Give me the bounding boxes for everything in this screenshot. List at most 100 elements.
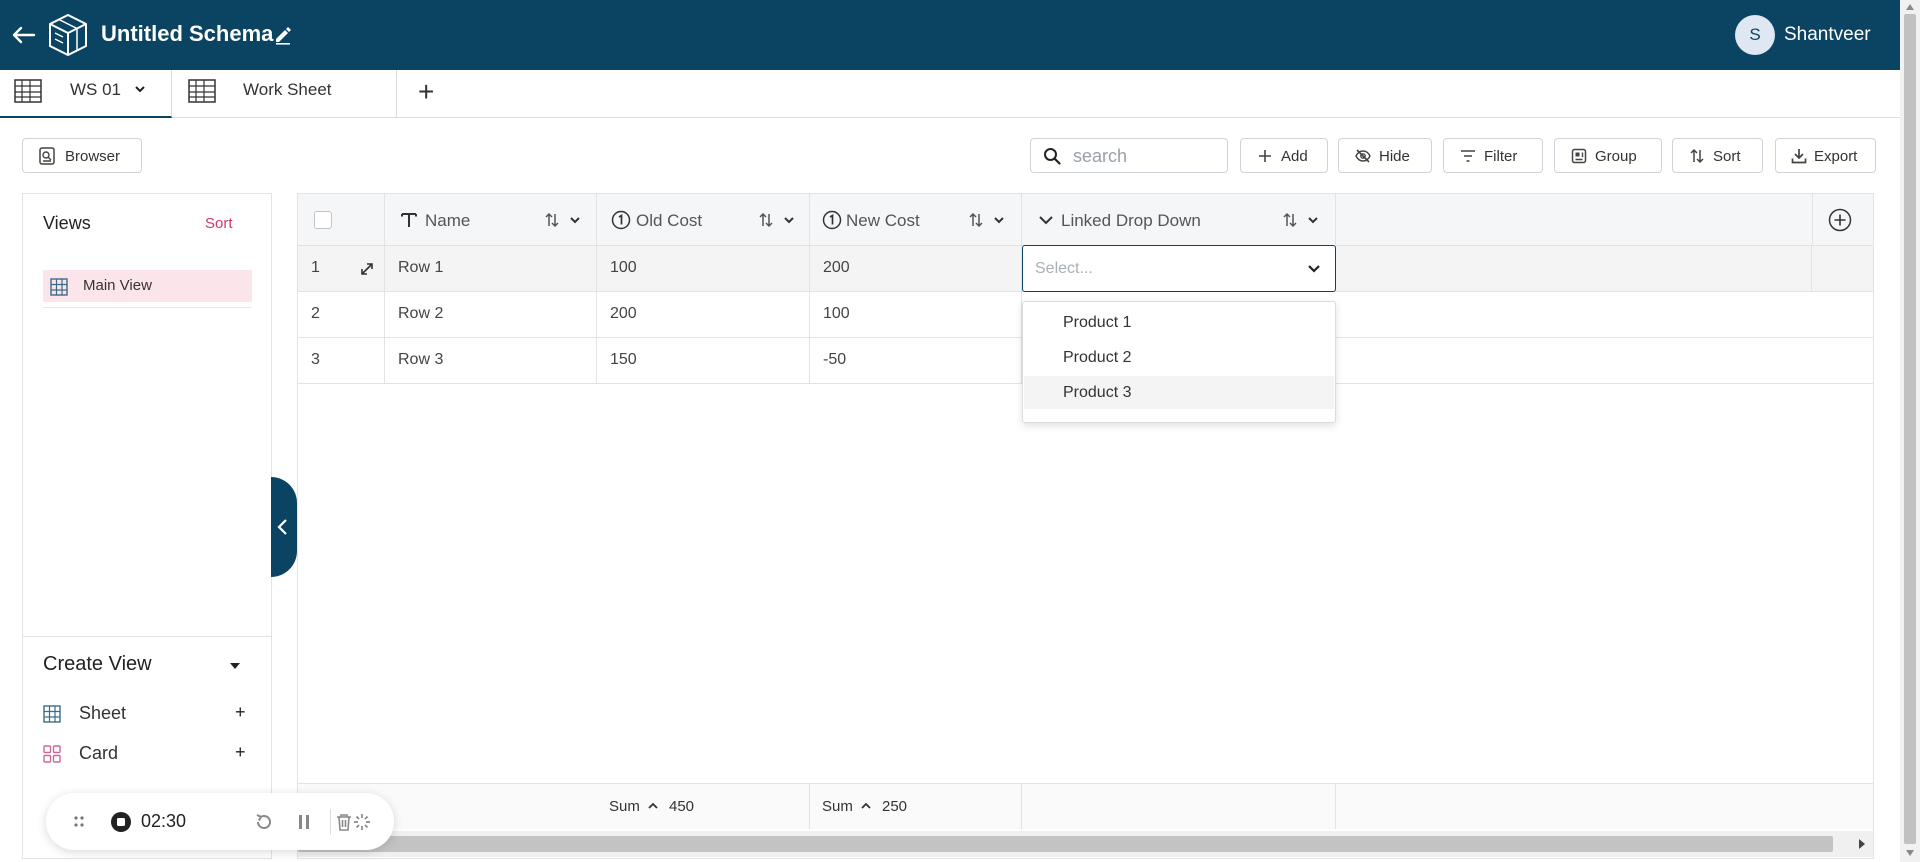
chevron-down-icon[interactable] bbox=[783, 215, 795, 225]
filter-icon bbox=[1461, 150, 1475, 162]
sort-label: Sort bbox=[1713, 148, 1741, 165]
column-header-name[interactable]: Name bbox=[385, 194, 597, 246]
dropdown-option-product-3[interactable]: Product 3 bbox=[1024, 376, 1334, 409]
new-cost-aggregate[interactable]: Sum 250 bbox=[810, 784, 1022, 829]
search-input[interactable] bbox=[1073, 145, 1218, 167]
recording-timer: 02:30 bbox=[141, 811, 187, 831]
schema-title: Untitled Schema bbox=[101, 21, 274, 46]
scroll-up-arrow-icon[interactable] bbox=[1905, 3, 1915, 11]
chevron-left-icon bbox=[277, 519, 287, 535]
grid-view-icon bbox=[50, 278, 68, 296]
old-cost-aggregate[interactable]: Sum 450 bbox=[597, 784, 810, 829]
grid-header-row: Name Old Cost New Cost Linked Drop Down bbox=[298, 194, 1873, 246]
stop-recording-icon[interactable] bbox=[110, 811, 132, 833]
browser-icon bbox=[39, 147, 55, 165]
add-column-plus-icon[interactable] bbox=[1828, 208, 1852, 232]
aggregate-label: Sum bbox=[609, 798, 640, 815]
linked-drop-down-select[interactable] bbox=[1022, 245, 1336, 292]
select-all-checkbox[interactable] bbox=[314, 211, 332, 229]
new-cost-cell[interactable]: 100 bbox=[810, 292, 1022, 337]
add-card-view-button[interactable]: + bbox=[235, 742, 246, 763]
card-icon bbox=[43, 745, 61, 763]
tab-work-sheet[interactable]: Work Sheet bbox=[172, 70, 397, 118]
name-cell[interactable]: Row 2 bbox=[385, 292, 597, 337]
old-cost-cell[interactable]: 100 bbox=[597, 246, 810, 291]
view-item-main-view[interactable]: Main View bbox=[43, 270, 252, 302]
sort-button[interactable]: Sort bbox=[1672, 138, 1763, 173]
dropdown-option-product-2[interactable]: Product 2 bbox=[1024, 341, 1334, 374]
sort-icon[interactable] bbox=[1281, 211, 1299, 229]
create-view-title: Create View bbox=[43, 653, 152, 675]
linked-drop-down-aggregate[interactable] bbox=[1022, 784, 1336, 829]
sort-icon bbox=[1690, 148, 1704, 164]
sort-icon[interactable] bbox=[967, 211, 985, 229]
cell-value: 200 bbox=[610, 305, 637, 322]
plus-icon bbox=[1259, 150, 1271, 162]
old-cost-cell[interactable]: 200 bbox=[597, 292, 810, 337]
horizontal-scrollbar[interactable] bbox=[298, 831, 1873, 857]
scroll-down-arrow-icon[interactable] bbox=[1905, 849, 1915, 857]
chevron-down-icon[interactable] bbox=[993, 215, 1005, 225]
dropdown-option-product-1[interactable]: Product 1 bbox=[1024, 306, 1334, 339]
browser-button[interactable]: Browser bbox=[22, 138, 142, 173]
text-type-icon bbox=[401, 213, 417, 227]
cell-value: 200 bbox=[823, 259, 850, 276]
user-avatar[interactable]: S bbox=[1735, 15, 1775, 55]
drag-handle-icon[interactable] bbox=[68, 811, 90, 833]
new-cost-cell[interactable]: -50 bbox=[810, 338, 1022, 383]
user-name[interactable]: Shantveer bbox=[1784, 24, 1871, 46]
new-cost-cell[interactable]: 200 bbox=[810, 246, 1022, 291]
export-button[interactable]: Export bbox=[1775, 138, 1876, 173]
back-arrow-icon[interactable] bbox=[8, 20, 38, 50]
create-sheet-view[interactable]: Sheet + bbox=[43, 700, 253, 726]
old-cost-cell[interactable]: 150 bbox=[597, 338, 810, 383]
vertical-scrollbar[interactable] bbox=[1900, 0, 1920, 862]
select-input[interactable] bbox=[1035, 258, 1285, 280]
restart-icon[interactable] bbox=[253, 811, 275, 833]
chevron-down-icon[interactable] bbox=[134, 83, 146, 95]
group-icon bbox=[1571, 148, 1587, 164]
filter-button[interactable]: Filter bbox=[1443, 138, 1543, 173]
row-number-cell: 1 bbox=[298, 246, 385, 291]
aggregate-label: Sum bbox=[822, 798, 853, 815]
pause-icon[interactable] bbox=[293, 811, 315, 833]
chevron-down-icon[interactable] bbox=[228, 659, 242, 673]
column-header-linked-drop-down[interactable]: Linked Drop Down bbox=[1022, 194, 1336, 246]
add-button[interactable]: Add bbox=[1240, 138, 1328, 173]
hide-button[interactable]: Hide bbox=[1338, 138, 1432, 173]
search-box[interactable] bbox=[1030, 138, 1228, 173]
chevron-down-icon[interactable] bbox=[1307, 215, 1319, 225]
chevron-down-icon[interactable] bbox=[1307, 263, 1321, 275]
row-number: 3 bbox=[311, 351, 320, 368]
sort-icon[interactable] bbox=[543, 211, 561, 229]
collapse-panel-handle[interactable] bbox=[271, 477, 297, 577]
scrollbar-thumb[interactable] bbox=[298, 836, 1833, 852]
column-label: Old Cost bbox=[636, 211, 703, 230]
row-number-cell: 3 bbox=[298, 338, 385, 383]
column-label: Name bbox=[425, 211, 471, 230]
effects-sparkle-icon[interactable] bbox=[351, 811, 373, 833]
sort-icon[interactable] bbox=[757, 211, 775, 229]
name-cell[interactable]: Row 3 bbox=[385, 338, 597, 383]
tab-label: Work Sheet bbox=[243, 80, 332, 99]
group-button[interactable]: Group bbox=[1554, 138, 1662, 173]
eye-off-icon bbox=[1355, 149, 1371, 163]
number-type-icon bbox=[822, 210, 842, 230]
add-tab-button[interactable]: + bbox=[418, 78, 434, 106]
chevron-down-icon[interactable] bbox=[569, 215, 581, 225]
name-cell[interactable]: Row 1 bbox=[385, 246, 597, 291]
views-sort-link[interactable]: Sort bbox=[205, 215, 233, 232]
grid-footer-row: Sum 450 Sum 250 bbox=[298, 783, 1873, 829]
expand-row-icon[interactable] bbox=[359, 261, 375, 277]
create-card-view[interactable]: Card + bbox=[43, 740, 253, 766]
top-bar: Untitled Schema S Shantveer bbox=[0, 0, 1900, 70]
scrollbar-thumb[interactable] bbox=[1904, 14, 1916, 844]
tab-ws-01[interactable]: WS 01 bbox=[0, 70, 172, 118]
edit-pencil-icon[interactable] bbox=[273, 25, 293, 45]
worksheet-tab-bar: WS 01 Work Sheet + bbox=[0, 70, 1900, 118]
cell-value: Row 3 bbox=[398, 351, 444, 368]
add-sheet-view-button[interactable]: + bbox=[235, 702, 246, 723]
column-header-old-cost[interactable]: Old Cost bbox=[597, 194, 810, 246]
column-header-new-cost[interactable]: New Cost bbox=[810, 194, 1022, 246]
scroll-right-arrow-icon[interactable] bbox=[1858, 838, 1866, 850]
